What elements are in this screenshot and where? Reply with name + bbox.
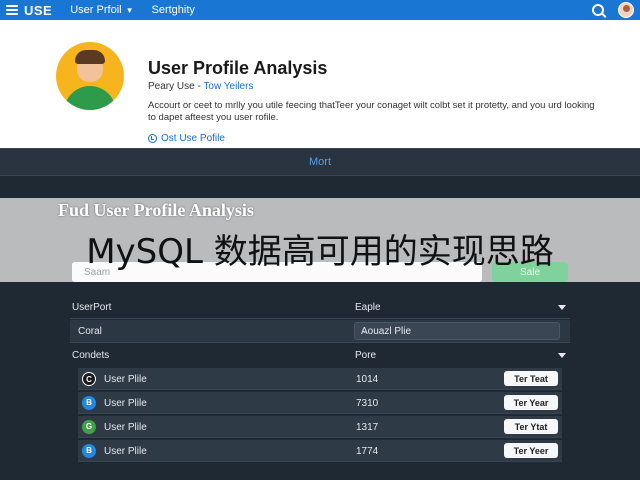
chevron-down-icon: ▼ [125,5,134,15]
row-value: Eaple [355,302,381,313]
user-icon: C [82,372,96,386]
avatar[interactable] [618,2,634,18]
table-row: Condets Pore [70,344,570,366]
chevron-down-icon: ⌄ [361,325,369,335]
row-label: Condets [72,350,110,361]
row-action-button[interactable]: Ter Year [504,395,558,410]
row-value: Pore [355,350,377,361]
row-action-button[interactable]: Ter Ytat [504,419,558,434]
profile-subtitle-text: Peary Use - [148,81,204,92]
user-value: 1014 [356,374,379,385]
table-row: UserPort Eaple [70,296,570,318]
hamburger-menu-icon[interactable] [6,5,18,15]
user-name: User Plile [104,446,147,457]
more-button[interactable]: Mort [0,148,640,176]
row-label: UserPort [72,302,112,313]
profile-header-card: User Profile Analysis Peary Use - Tow Ye… [0,20,640,148]
nav-item-label: Sertghity [151,4,195,16]
page-title: User Profile Analysis [148,58,328,78]
nav-item-user-profile[interactable]: User Prfoil ▼ [70,4,133,16]
table-row: Coral Aouazl Plie ⌄ [70,320,570,342]
list-item: B User Plile 7310 Ter Year [78,392,562,414]
user-value: 1317 [356,422,379,433]
divider [70,318,570,319]
user-value: 7310 [356,398,379,409]
row-label: Coral [78,326,102,337]
chevron-down-icon[interactable] [558,353,566,358]
nav-item-security[interactable]: Sertghity [152,4,195,16]
chevron-down-icon[interactable] [558,305,566,310]
profile-subtitle-link[interactable]: Tow Yeilers [203,81,253,92]
user-icon: G [82,420,96,434]
view-profile-link[interactable]: Ost Use Pofile [148,133,225,144]
user-icon: B [82,396,96,410]
user-name: User Plile [104,422,147,433]
brand-logo[interactable]: USE [24,3,52,18]
banner-title: MySQL 数据高可用的实现思路 [86,232,554,272]
search-icon[interactable] [592,4,604,16]
more-button-label: Mort [309,156,331,168]
user-name: User Plile [104,374,147,385]
user-name: User Plile [104,398,147,409]
profile-avatar [56,42,124,110]
list-item: B User Plile 1774 Ter Yeer [78,440,562,462]
avatar-body-shape [64,86,116,110]
profile-description: Accourt or ceet to mrlly you utile feeci… [148,100,595,123]
avatar-hair-shape [75,50,105,64]
view-profile-label: Ost Use Pofile [161,133,225,144]
banner-background-title: Fud User Profile Analysis [58,200,254,220]
list-item: C User Plile 1014 Ter Teat [78,368,562,390]
title-overlay-banner: Fud User Profile Analysis Saam Sale MySQ… [0,198,640,282]
profile-subtitle: Peary Use - Tow Yeilers [148,81,253,92]
nav-item-label: User Prfoil [70,4,122,16]
row-action-button[interactable]: Ter Teat [504,371,558,386]
user-value: 1774 [356,446,379,457]
row-action-button[interactable]: Ter Yeer [504,443,558,458]
profile-table: UserPort Eaple Coral Aouazl Plie ⌄ Conde… [70,296,570,464]
list-item: G User Plile 1317 Ter Ytat [78,416,562,438]
clock-icon [148,134,157,143]
top-navigation-bar: USE User Prfoil ▼ Sertghity [0,0,640,20]
user-icon: B [82,444,96,458]
divider [70,342,570,343]
analysis-select[interactable]: Aouazl Plie ⌄ [354,322,560,340]
